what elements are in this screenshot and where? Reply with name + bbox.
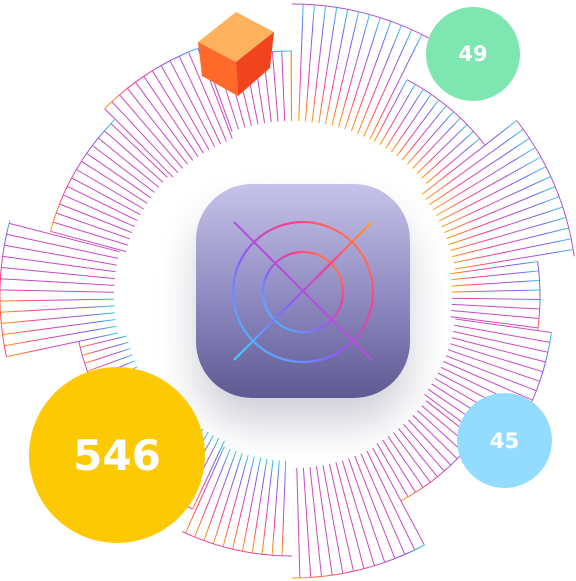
ring-line <box>455 318 552 333</box>
ring-line <box>382 439 417 493</box>
center-app-tile[interactable] <box>196 184 410 398</box>
orange-cube-icon <box>198 12 274 96</box>
ring-sector-edge <box>0 220 11 357</box>
ring-line <box>4 244 117 266</box>
ring-line <box>6 332 119 358</box>
ring-line <box>84 348 131 364</box>
ring-line <box>281 460 287 556</box>
ring-line <box>446 196 560 239</box>
badge-bottom-right-value: 45 <box>489 428 520 453</box>
ring-line <box>67 185 138 222</box>
badge-bottom-left-value: 546 <box>73 430 161 480</box>
badge-bottom-right: 45 <box>457 393 552 488</box>
ring-line <box>354 455 396 559</box>
ring-line <box>241 457 261 552</box>
ring-line <box>441 176 551 228</box>
crosshair-logo-icon <box>231 220 375 364</box>
ring-line <box>372 447 425 546</box>
badge-bottom-left: 546 <box>29 367 205 543</box>
ring-line <box>0 289 115 293</box>
ring-line <box>281 51 286 122</box>
ring-line <box>304 4 315 122</box>
ring-line <box>311 5 327 123</box>
ring-line <box>366 450 416 551</box>
ring-sector-edge <box>291 544 425 579</box>
ring-line <box>119 94 184 169</box>
ring-line <box>379 84 416 146</box>
ring-line <box>251 459 268 553</box>
badge-top-right-value: 49 <box>458 42 488 66</box>
ring-line <box>298 4 304 122</box>
ring-line <box>373 79 408 142</box>
ring-line <box>0 278 115 286</box>
ring-line <box>318 7 338 124</box>
ring-line <box>0 305 115 313</box>
ring-line <box>451 310 540 319</box>
ring-line <box>376 442 409 498</box>
ring-line <box>203 451 237 541</box>
ring-line <box>316 466 333 576</box>
ring-line <box>82 341 129 356</box>
ring-line <box>451 289 540 293</box>
ring-line <box>309 467 322 577</box>
ring-line <box>445 355 537 392</box>
ring-line <box>448 206 563 245</box>
ring-line <box>81 160 148 204</box>
badge-top-right: 49 <box>426 7 520 101</box>
ring-line <box>341 460 375 566</box>
ring-line <box>296 467 301 578</box>
ring-line <box>385 88 424 149</box>
ring-line <box>302 467 312 578</box>
ring-line <box>79 335 127 348</box>
ring-line <box>76 169 144 210</box>
ring-line <box>97 137 160 188</box>
ring-line <box>348 458 386 563</box>
ring-line <box>261 459 274 555</box>
ring-line <box>6 233 119 259</box>
ring-line <box>392 432 431 483</box>
ring-line <box>447 349 540 382</box>
ring-line <box>0 298 115 302</box>
ring-line <box>357 25 402 134</box>
ring-line <box>451 279 540 287</box>
ring-line <box>425 128 524 200</box>
ring-line <box>408 419 452 466</box>
ring-line <box>387 436 424 488</box>
ring-line <box>271 460 280 556</box>
ring-sector-edge <box>181 531 293 557</box>
ring-line <box>398 428 438 478</box>
ring-line <box>360 453 406 555</box>
ring-line <box>91 145 155 193</box>
ring-line <box>443 361 533 401</box>
ring-line <box>450 316 538 329</box>
ring-sector-edge <box>104 46 202 109</box>
ring-line <box>451 303 540 310</box>
ring-sector-edge <box>537 261 541 331</box>
ring-line <box>403 423 445 472</box>
ring-line <box>232 456 255 550</box>
ring-line <box>350 21 392 132</box>
ring-line <box>451 297 541 300</box>
ring-line <box>127 87 188 165</box>
ring-line <box>63 194 135 228</box>
ring-line <box>335 462 365 569</box>
ring-line <box>412 415 458 460</box>
